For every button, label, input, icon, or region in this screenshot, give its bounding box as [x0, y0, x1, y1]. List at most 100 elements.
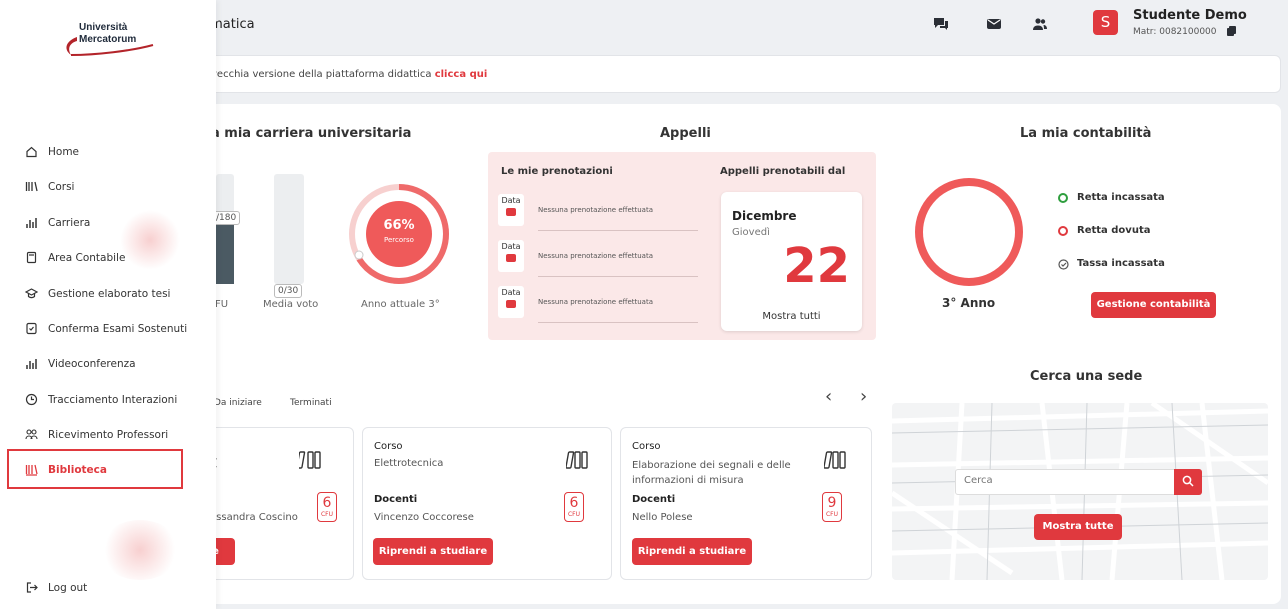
show-all-appelli-link[interactable]: Mostra tutti — [721, 311, 862, 322]
course-name: Elaborazione dei segnali e delle informa… — [632, 460, 791, 486]
prenotabili-heading: Appelli prenotabili dal — [720, 166, 846, 177]
sidebar-item-area-contabile[interactable]: Area Contabile — [0, 242, 216, 274]
legend-retta-dovuta: Retta dovuta — [1077, 225, 1151, 236]
calendar-icon — [506, 208, 516, 216]
course-card[interactable]: [ essandra Coscino 6CFU e — [195, 427, 354, 580]
avatar[interactable]: S — [1093, 10, 1118, 35]
sidebar-item-conferma-esami[interactable]: Conferma Esami Sostenuti — [0, 313, 216, 345]
appello-day: 22 — [783, 238, 850, 294]
cfu-badge: 6 CFU — [317, 492, 337, 522]
mail-icon[interactable] — [986, 17, 1002, 31]
sede-search — [955, 469, 1202, 495]
appello-month: Dicembre — [732, 209, 797, 223]
books-icon — [25, 181, 38, 192]
appello-weekday: Giovedì — [732, 227, 770, 238]
tab-terminati[interactable]: Terminati — [290, 398, 332, 408]
prenotazioni-heading: Le mie prenotazioni — [501, 166, 613, 177]
prenotazione-row[interactable]: Data Nessuna prenotazione effettuata — [498, 240, 698, 280]
course-teacher: Vincenzo Coccorese — [374, 512, 474, 523]
sidebar-item-label: Videoconferenza — [48, 358, 136, 370]
course-label: Corso — [374, 441, 403, 452]
library-icon — [25, 464, 38, 476]
prenotazione-row[interactable]: Data Nessuna prenotazione effettuata — [498, 286, 698, 326]
calendar-icon — [506, 254, 516, 262]
sidebar-item-tracciamento[interactable]: Tracciamento Interazioni — [0, 384, 216, 416]
media-bar — [274, 174, 304, 284]
contabilita-anno: 3° Anno — [942, 296, 996, 310]
media-label: Media voto — [263, 299, 319, 310]
sidebar-item-corsi[interactable]: Corsi — [0, 171, 216, 203]
clock-icon — [25, 393, 38, 406]
sidebar-item-label: Conferma Esami Sostenuti — [48, 323, 188, 335]
sidebar-item-gestione-tesi[interactable]: Gestione elaborato tesi — [0, 278, 216, 310]
gestione-contabilita-button[interactable]: Gestione contabilità — [1091, 292, 1216, 318]
sidebar-item-label: Area Contabile — [48, 252, 126, 264]
teacher-label: Docenti — [374, 494, 418, 505]
resume-button[interactable]: Riprendi a studiare — [373, 538, 493, 565]
prenotazione-text: Nessuna prenotazione effettuata — [538, 206, 654, 214]
sidebar-item-ricevimento[interactable]: Ricevimento Professori — [0, 419, 216, 451]
next-appello-card[interactable]: Dicembre Giovedì 22 Mostra tutti — [721, 192, 862, 331]
logout-icon — [26, 582, 38, 593]
show-all-sedi-button[interactable]: Mostra tutte — [1034, 514, 1122, 540]
copy-icon[interactable] — [1227, 26, 1236, 36]
notice-text: vecchia versione della piattaforma didat… — [211, 69, 432, 80]
old-platform-notice: vecchia versione della piattaforma didat… — [195, 55, 1281, 93]
search-icon — [1182, 475, 1194, 487]
next-arrow-icon[interactable]: › — [860, 386, 867, 407]
sidebar-item-label: Gestione elaborato tesi — [48, 288, 171, 300]
sidebar-item-biblioteca[interactable]: Biblioteca — [7, 449, 183, 489]
sidebar-item-carriera[interactable]: Carriera — [0, 207, 216, 239]
sidebar-item-home[interactable]: Home — [0, 136, 216, 168]
course-card[interactable]: Corso Elaborazione dei segnali e delle i… — [620, 427, 872, 580]
prenotazione-row[interactable]: Data Nessuna prenotazione effettuata — [498, 194, 698, 234]
sidebar-item-label: Home — [48, 146, 80, 158]
calculator-icon — [26, 251, 37, 264]
prev-arrow-icon[interactable]: ‹ — [825, 386, 832, 407]
graduation-cap-icon — [25, 288, 38, 299]
carriera-title: a mia carriera universitaria — [211, 126, 412, 141]
course-teacher: essandra Coscino — [210, 512, 298, 523]
sidebar-item-label: Carriera — [48, 217, 91, 229]
user-name: Studente Demo — [1133, 8, 1247, 23]
logout-button[interactable]: Log out — [0, 572, 216, 604]
check-document-icon — [26, 322, 37, 335]
tassa-incassata-icon — [1058, 259, 1069, 270]
contabilita-ring — [915, 178, 1023, 286]
chart-icon — [26, 218, 37, 228]
sede-title: Cerca una sede — [1030, 369, 1143, 384]
percorso-donut — [349, 184, 449, 284]
people-icon — [25, 429, 38, 440]
books-icon — [824, 451, 846, 469]
resume-button[interactable]: Riprendi a studiare — [632, 538, 752, 565]
teacher-label: Docenti — [632, 494, 676, 505]
prenotazione-text: Nessuna prenotazione effettuata — [538, 298, 654, 306]
sidebar-item-label: Tracciamento Interazioni — [48, 394, 178, 406]
logo[interactable]: Università Mercatorum — [61, 22, 156, 62]
cfu-bar-fill — [216, 223, 234, 284]
date-badge: Data — [498, 194, 524, 226]
notice-link[interactable]: clicca qui — [435, 69, 488, 80]
anno-attuale: Anno attuale 3° — [361, 299, 440, 310]
tab-da-iniziare[interactable]: Da iniziare — [214, 398, 262, 408]
user-matricola: Matr: 0082100000 — [1133, 27, 1217, 37]
chat-icon[interactable] — [933, 17, 949, 31]
sidebar-item-videoconferenza[interactable]: Videoconferenza — [0, 348, 216, 380]
contabilita-title: La mia contabilità — [1020, 126, 1152, 141]
date-badge: Data — [498, 240, 524, 272]
cfu-bar — [216, 174, 234, 284]
users-icon[interactable] — [1032, 17, 1048, 31]
retta-dovuta-dot — [1058, 226, 1068, 236]
books-icon — [566, 451, 588, 469]
calendar-icon — [506, 300, 516, 308]
course-card[interactable]: Corso Elettrotecnica Docenti Vincenzo Co… — [362, 427, 612, 580]
search-button[interactable] — [1174, 469, 1202, 495]
logo-line1: Università — [79, 22, 128, 33]
percorso-percent: 66% — [383, 218, 415, 233]
date-badge: Data — [498, 286, 524, 318]
sidebar: Università Mercatorum Home Corsi Carrier… — [0, 0, 216, 609]
sede-search-input[interactable] — [964, 475, 1164, 486]
home-icon — [26, 146, 37, 158]
logout-label: Log out — [48, 582, 88, 594]
sidebar-item-label: Corsi — [48, 181, 75, 193]
